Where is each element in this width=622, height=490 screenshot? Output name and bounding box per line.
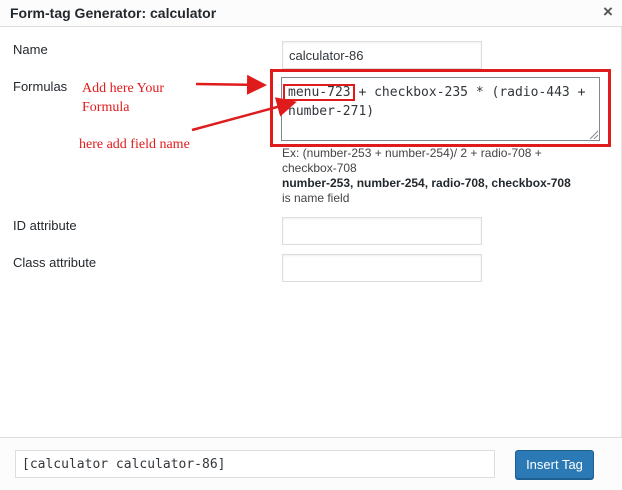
formula-help-text: Ex: (number-253 + number-254)/ 2 + radio… bbox=[282, 146, 582, 206]
class-attribute-label: Class attribute bbox=[13, 255, 97, 270]
id-attribute-input[interactable] bbox=[282, 217, 482, 245]
annotation-add-formula-line1: Add here Your bbox=[82, 81, 165, 96]
help-field-names: number-253, number-254, radio-708, check… bbox=[282, 176, 571, 190]
dialog-footer: [calculator calculator-86] Insert Tag bbox=[0, 437, 622, 490]
dialog-titlebar: Form-tag Generator: calculator × bbox=[0, 0, 622, 27]
annotation-field-name: here add field name bbox=[79, 137, 190, 152]
name-input[interactable]: calculator-86 bbox=[282, 41, 482, 69]
name-label: Name bbox=[13, 42, 48, 57]
help-example: Ex: (number-253 + number-254)/ 2 + radio… bbox=[282, 146, 542, 175]
shortcode-output[interactable]: [calculator calculator-86] bbox=[15, 450, 495, 478]
help-suffix: is name field bbox=[282, 191, 350, 205]
close-icon[interactable]: × bbox=[598, 2, 618, 22]
field-name-highlight-box bbox=[283, 84, 355, 101]
class-attribute-input[interactable] bbox=[282, 254, 482, 282]
arrow-to-formula-box bbox=[195, 74, 267, 95]
id-attribute-label: ID attribute bbox=[13, 218, 77, 233]
annotation-add-formula-line2: Formula bbox=[82, 100, 130, 115]
form-tag-generator-dialog: Form-tag Generator: calculator × Name ca… bbox=[0, 0, 622, 490]
insert-tag-button[interactable]: Insert Tag bbox=[515, 450, 594, 479]
resize-grip-icon[interactable] bbox=[588, 129, 598, 139]
dialog-title: Form-tag Generator: calculator bbox=[10, 5, 217, 21]
formulas-label: Formulas bbox=[13, 79, 68, 94]
